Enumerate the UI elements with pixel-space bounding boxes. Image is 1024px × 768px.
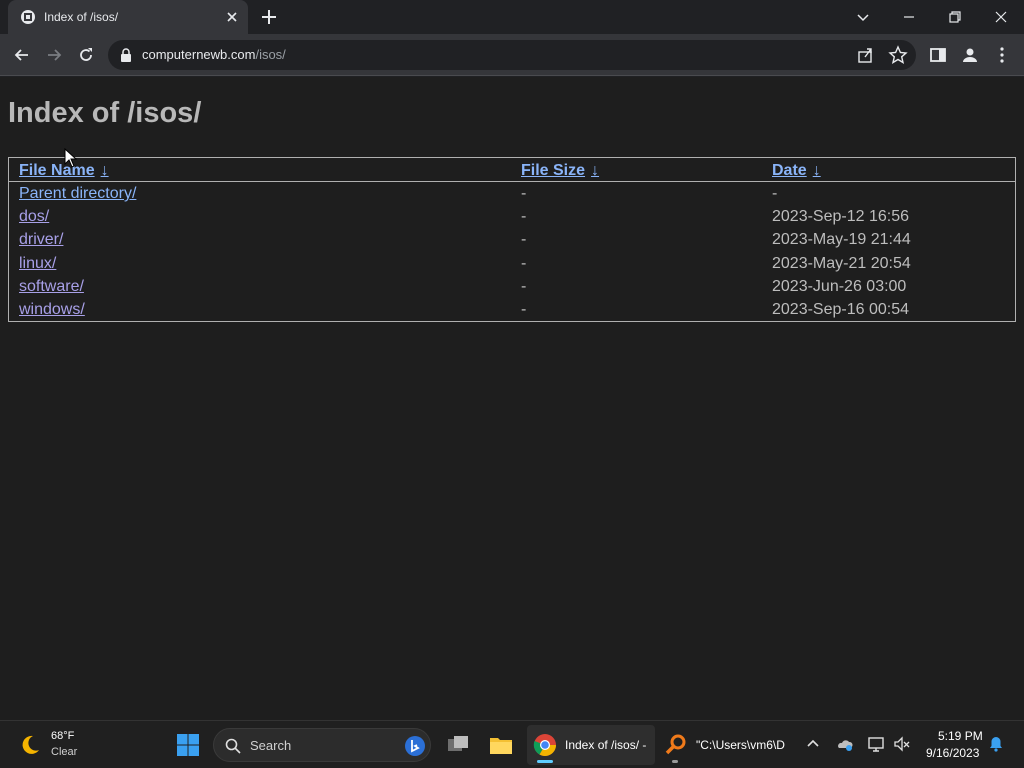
moon-weather-icon[interactable] [18, 733, 42, 757]
page-content: Index of /isos/ File Name ↓ File Size ↓ Da… [0, 77, 1024, 720]
site-favicon-icon [21, 10, 35, 24]
file-date: 2023-Sep-16 00:54 [772, 300, 909, 318]
directory-listing-table: File Name ↓ File Size ↓ Date ↓ Parent direc… [8, 157, 1016, 323]
url-text: computernewb.com/isos/ [142, 47, 286, 62]
sort-arrow-icon: ↓ [812, 162, 821, 179]
weather-condition: Clear [51, 746, 78, 758]
parent-directory-link[interactable]: Parent directory/ [19, 185, 136, 203]
table-row: windows/ - 2023-Sep-16 00:54 [9, 298, 1015, 321]
folder-link-driver[interactable]: driver/ [19, 231, 63, 249]
tab-search-chevron-icon[interactable] [852, 6, 874, 28]
volume-muted-icon[interactable] [893, 735, 911, 753]
chrome-icon [533, 734, 556, 756]
share-icon[interactable] [856, 45, 876, 65]
url-path: /isos/ [255, 47, 286, 62]
table-row: linux/ - 2023-May-21 20:54 [9, 252, 1015, 275]
file-date: 2023-May-19 21:44 [772, 231, 911, 249]
taskbar-chrome-app[interactable]: Index of /isos/ - [527, 725, 655, 765]
table-row: software/ - 2023-Jun-26 03:00 [9, 275, 1015, 298]
page-title: Index of /isos/ [8, 97, 202, 129]
weather-temperature: 68°F [51, 730, 75, 742]
menu-kebab-icon[interactable] [992, 45, 1012, 65]
address-bar[interactable]: computernewb.com/isos/ [108, 40, 916, 70]
tab-title: Index of /isos/ [44, 10, 119, 24]
reload-icon[interactable] [76, 45, 96, 65]
bing-icon[interactable] [404, 735, 426, 757]
magnifier-app-icon [665, 734, 686, 755]
browser-tab[interactable]: Index of /isos/ [8, 0, 248, 34]
active-app-indicator [537, 760, 553, 763]
taskbar-terminal-app[interactable]: "C:\Users\vm6\D [660, 725, 790, 765]
tab-strip: Index of /isos/ [0, 0, 1024, 34]
column-label: Date [772, 162, 807, 179]
table-row: driver/ - 2023-May-19 21:44 [9, 228, 1015, 251]
sort-arrow-icon: ↓ [591, 162, 600, 179]
lock-icon[interactable] [120, 48, 132, 62]
file-date: 2023-May-21 20:54 [772, 254, 911, 272]
new-tab-icon[interactable] [260, 8, 278, 26]
url-host: computernewb.com [142, 47, 256, 62]
folder-link-dos[interactable]: dos/ [19, 208, 49, 226]
file-size: - [521, 185, 527, 202]
windows-start-icon[interactable] [176, 733, 200, 757]
file-size: - [521, 300, 527, 318]
bookmark-star-icon[interactable] [888, 45, 908, 65]
mouse-cursor-icon [64, 148, 78, 168]
file-size: - [521, 277, 527, 295]
folder-link-software[interactable]: software/ [19, 278, 84, 296]
sort-by-size-link[interactable]: File Size ↓ [521, 162, 599, 180]
close-window-icon[interactable] [990, 6, 1012, 28]
file-size: - [521, 254, 527, 272]
notification-bell-icon[interactable] [987, 735, 1005, 753]
sort-by-date-link[interactable]: Date ↓ [772, 162, 821, 180]
search-placeholder: Search [250, 738, 292, 753]
file-date: - [772, 185, 778, 202]
column-label: File Size [521, 162, 586, 179]
chevron-up-icon[interactable] [804, 735, 822, 753]
file-date: 2023-Sep-12 16:56 [772, 208, 909, 226]
windows-taskbar: 68°F Clear Search Index of /isos/ - "C:\… [0, 720, 1024, 768]
onedrive-icon[interactable] [836, 735, 854, 753]
table-row: Parent directory/ - - [9, 182, 1015, 205]
folder-link-linux[interactable]: linux/ [19, 255, 56, 273]
table-header: File Name ↓ File Size ↓ Date ↓ [9, 158, 1015, 182]
forward-arrow-icon[interactable] [44, 45, 64, 65]
minimize-icon[interactable] [898, 6, 920, 28]
column-label: File Name [19, 162, 95, 179]
table-row: dos/ - 2023-Sep-12 16:56 [9, 205, 1015, 228]
side-panel-icon[interactable] [928, 45, 948, 65]
clock-time[interactable]: 5:19 PM [938, 729, 983, 743]
file-size: - [521, 231, 527, 249]
sort-arrow-icon: ↓ [100, 162, 109, 179]
network-icon[interactable] [867, 735, 885, 753]
folder-link-windows[interactable]: windows/ [19, 301, 85, 319]
tab-close-icon[interactable] [224, 9, 240, 25]
file-date: 2023-Jun-26 03:00 [772, 277, 907, 295]
task-view-icon[interactable] [444, 731, 472, 759]
file-size: - [521, 208, 527, 226]
search-icon [225, 738, 241, 754]
clock-date[interactable]: 9/16/2023 [926, 746, 979, 760]
running-app-indicator [672, 760, 678, 763]
taskbar-search-box[interactable]: Search [213, 728, 431, 762]
browser-toolbar: computernewb.com/isos/ [0, 34, 1024, 76]
back-arrow-icon[interactable] [12, 45, 32, 65]
terminal-window-title: "C:\Users\vm6\D [696, 738, 785, 752]
profile-icon[interactable] [960, 45, 980, 65]
chrome-window-title: Index of /isos/ - [565, 738, 647, 752]
restore-icon[interactable] [944, 6, 966, 28]
file-explorer-icon[interactable] [487, 731, 515, 759]
